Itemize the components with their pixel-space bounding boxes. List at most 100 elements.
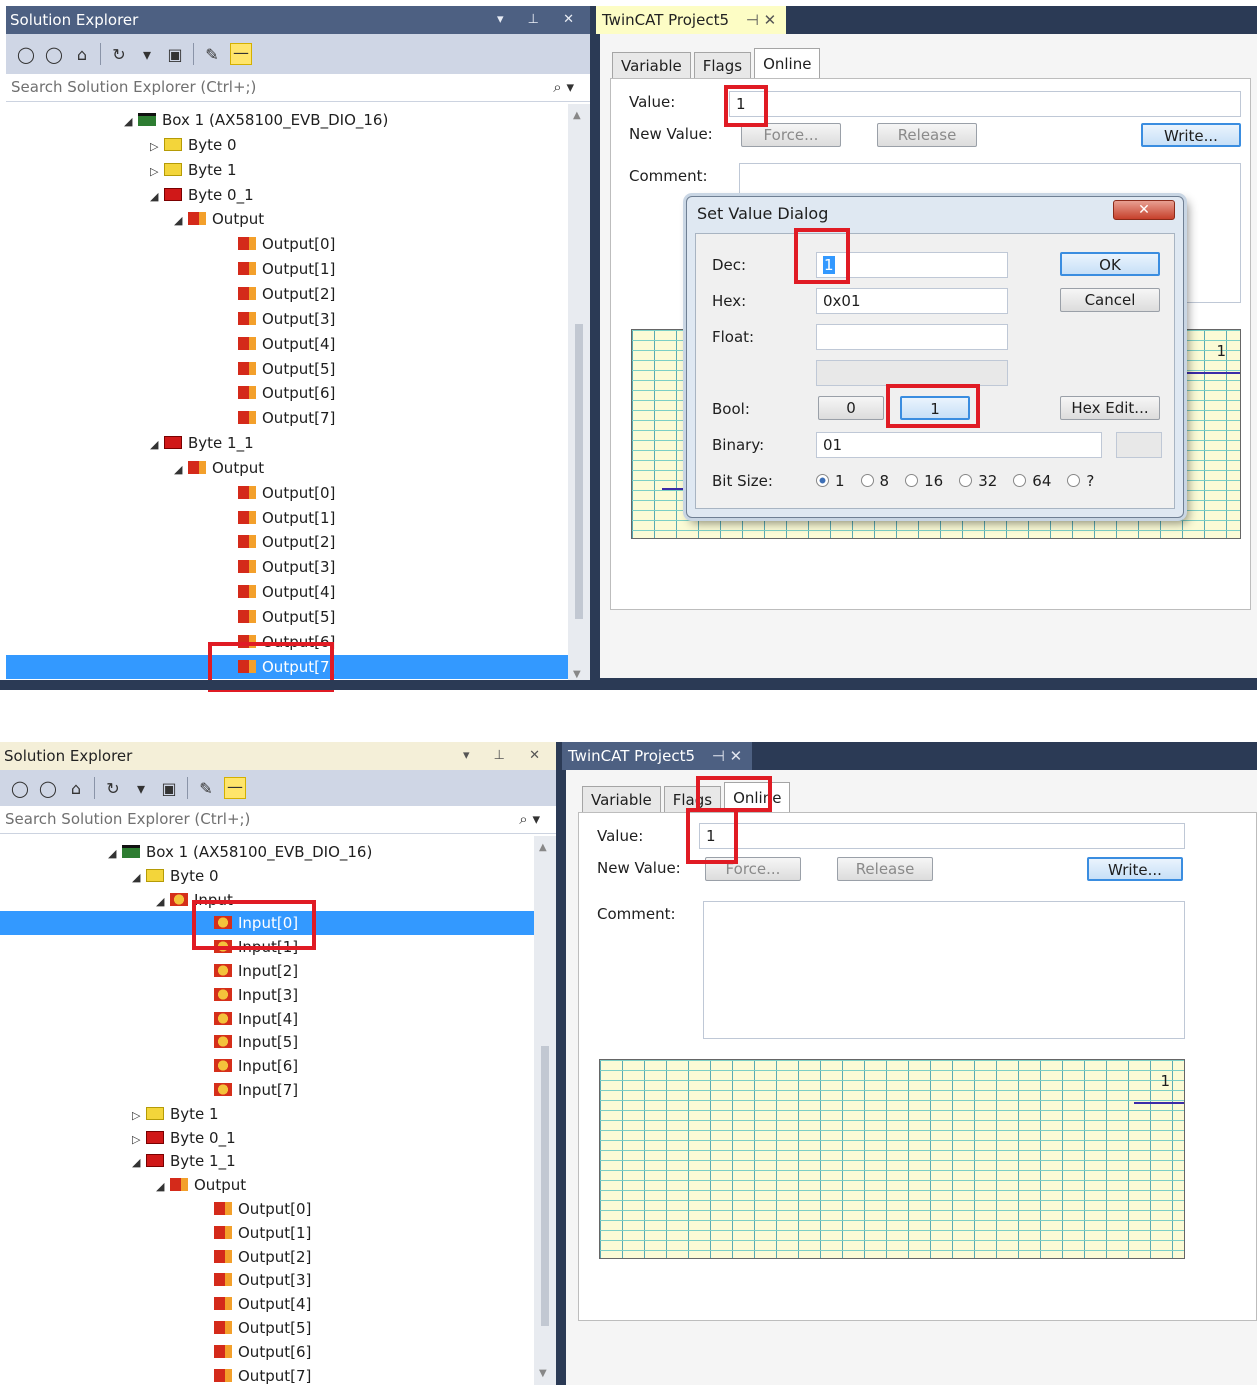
scroll-down-icon[interactable]: ▼: [539, 1368, 547, 1379]
tree-item[interactable]: Output[0]: [224, 232, 335, 256]
tree-item[interactable]: ◢ Output: [156, 1173, 246, 1197]
tree-item[interactable]: Output[5]: [224, 357, 335, 381]
bitsize-radio-64[interactable]: 64: [1013, 472, 1051, 490]
tree-item[interactable]: Output[0]: [200, 1197, 311, 1221]
tree-item[interactable]: Input[5]: [200, 1030, 298, 1054]
tree-item[interactable]: ◢ Byte 0: [132, 864, 219, 888]
release-button[interactable]: Release: [837, 857, 933, 881]
cancel-button[interactable]: Cancel: [1060, 288, 1160, 312]
tab-flags[interactable]: Flags: [693, 52, 752, 78]
scroll-up-icon[interactable]: ▲: [573, 110, 581, 121]
doc-tab-controls[interactable]: ⊣ ✕: [746, 11, 776, 29]
expand-toggle-icon[interactable]: ◢: [108, 842, 122, 866]
back-icon[interactable]: ◯: [10, 779, 30, 798]
write-button[interactable]: Write...: [1141, 123, 1241, 147]
tree-item[interactable]: Output[3]: [224, 307, 335, 331]
tree-item[interactable]: Output[3]: [224, 555, 335, 579]
tree-item[interactable]: ◢ Output: [174, 207, 264, 231]
bitsize-radio-unknown[interactable]: ?: [1067, 472, 1094, 490]
home-icon[interactable]: ⌂: [66, 779, 86, 798]
hex-edit-button[interactable]: Hex Edit...: [1060, 396, 1160, 420]
tree-item[interactable]: ◢ Box 1 (AX58100_EVB_DIO_16): [124, 108, 388, 132]
expand-toggle-icon[interactable]: ▷: [150, 135, 164, 159]
tree-item[interactable]: Output[7]: [200, 1364, 311, 1385]
scroll-up-icon[interactable]: ▲: [539, 842, 547, 853]
tree-item[interactable]: Input[3]: [200, 983, 298, 1007]
expand-toggle-icon[interactable]: ◢: [156, 890, 170, 914]
tree-item[interactable]: Output[4]: [224, 580, 335, 604]
tree-item[interactable]: ◢ Byte 1_1: [150, 431, 254, 455]
scroll-down-icon[interactable]: ▼: [573, 669, 581, 680]
tree-item[interactable]: Input[2]: [200, 959, 298, 983]
tree-item[interactable]: Input[7]: [200, 1078, 298, 1102]
tree-item[interactable]: Output[6]: [224, 381, 335, 405]
tree-item[interactable]: ▷ Byte 1: [132, 1102, 219, 1126]
tree-scrollbar[interactable]: ▲ ▼: [534, 836, 556, 1385]
doc-tab-header[interactable]: TwinCAT Project5 ⊣ ✕: [562, 742, 753, 770]
tree-item[interactable]: ▷ Byte 1: [150, 158, 237, 182]
explorer-window-controls[interactable]: ▾ ⊥ ✕: [497, 6, 584, 34]
tree-item[interactable]: ◢ Byte 0_1: [150, 183, 254, 207]
dropdown-icon[interactable]: ▾: [131, 779, 151, 798]
release-button[interactable]: Release: [877, 123, 977, 147]
explorer-window-controls[interactable]: ▾ ⊥ ✕: [463, 742, 550, 770]
tab-variable[interactable]: Variable: [582, 786, 661, 812]
tree-item[interactable]: Output[5]: [200, 1316, 311, 1340]
back-icon[interactable]: ◯: [16, 45, 36, 64]
expand-toggle-icon[interactable]: ▷: [132, 1104, 146, 1128]
tree-item[interactable]: ▷ Byte 0_1: [132, 1126, 236, 1150]
ok-button[interactable]: OK: [1060, 252, 1160, 276]
tree-item[interactable]: Output[2]: [200, 1245, 311, 1269]
expand-toggle-icon[interactable]: ◢: [156, 1175, 170, 1199]
expand-toggle-icon[interactable]: ◢: [132, 1151, 146, 1175]
expand-toggle-icon[interactable]: ◢: [150, 185, 164, 209]
scroll-thumb[interactable]: [575, 324, 583, 619]
tree-item[interactable]: ▷ Byte 0: [150, 133, 237, 157]
explorer-search-input[interactable]: Search Solution Explorer (Ctrl+;) ⌕ ▾: [0, 806, 556, 834]
tree-item[interactable]: Output[1]: [224, 506, 335, 530]
expand-toggle-icon[interactable]: ◢: [150, 433, 164, 457]
history-icon[interactable]: ↻: [103, 779, 123, 798]
hex-input[interactable]: 0x01: [816, 288, 1008, 314]
doc-tab-controls[interactable]: ⊣ ✕: [712, 747, 742, 765]
pin-toggle-icon[interactable]: —: [230, 43, 252, 65]
history-icon[interactable]: ↻: [109, 45, 129, 64]
expand-toggle-icon[interactable]: ◢: [124, 110, 138, 134]
tree-item[interactable]: ◢ Box 1 (AX58100_EVB_DIO_16): [108, 840, 372, 864]
dialog-close-button[interactable]: ✕: [1113, 200, 1175, 220]
pin-toggle-icon[interactable]: —: [224, 777, 246, 799]
tree-item[interactable]: Output[7]: [224, 406, 335, 430]
bitsize-radio-16[interactable]: 16: [905, 472, 943, 490]
tree-item[interactable]: Output[6]: [200, 1340, 311, 1364]
forward-icon[interactable]: ◯: [44, 45, 64, 64]
tree-item[interactable]: Output[1]: [200, 1221, 311, 1245]
tree-item[interactable]: Input[6]: [200, 1054, 298, 1078]
binary-input[interactable]: 01: [816, 432, 1102, 458]
dropdown-icon[interactable]: ▾: [137, 45, 157, 64]
tree-item[interactable]: Output[1]: [224, 257, 335, 281]
doc-tab-header[interactable]: TwinCAT Project5 ⊣ ✕: [596, 6, 787, 34]
tree-item[interactable]: ◢ Byte 1_1: [132, 1149, 236, 1173]
tree-item[interactable]: Output[0]: [224, 481, 335, 505]
bitsize-radio-32[interactable]: 32: [959, 472, 997, 490]
tree-item[interactable]: Input[4]: [200, 1007, 298, 1031]
tree-scrollbar[interactable]: ▲ ▼: [568, 104, 590, 686]
tree-item[interactable]: Output[4]: [200, 1292, 311, 1316]
comment-field[interactable]: [703, 901, 1185, 1039]
expand-toggle-icon[interactable]: ▷: [150, 160, 164, 184]
expand-toggle-icon[interactable]: ◢: [174, 209, 188, 233]
float-input[interactable]: [816, 324, 1008, 350]
search-icon[interactable]: ⌕ ▾: [553, 74, 574, 100]
bool-0-button[interactable]: 0: [818, 396, 884, 420]
forward-icon[interactable]: ◯: [38, 779, 58, 798]
collapse-all-icon[interactable]: ▣: [159, 779, 179, 798]
expand-toggle-icon[interactable]: ◢: [174, 458, 188, 482]
tree-item[interactable]: ◢ Output: [174, 456, 264, 480]
properties-wrench-icon[interactable]: ✎: [202, 45, 222, 64]
home-icon[interactable]: ⌂: [72, 45, 92, 64]
tree-item[interactable]: Output[5]: [224, 605, 335, 629]
expand-toggle-icon[interactable]: ▷: [132, 1128, 146, 1152]
explorer-search-input[interactable]: Search Solution Explorer (Ctrl+;) ⌕ ▾: [6, 74, 590, 102]
bitsize-radio-1[interactable]: 1: [816, 472, 845, 490]
tree-item[interactable]: Output[2]: [224, 282, 335, 306]
